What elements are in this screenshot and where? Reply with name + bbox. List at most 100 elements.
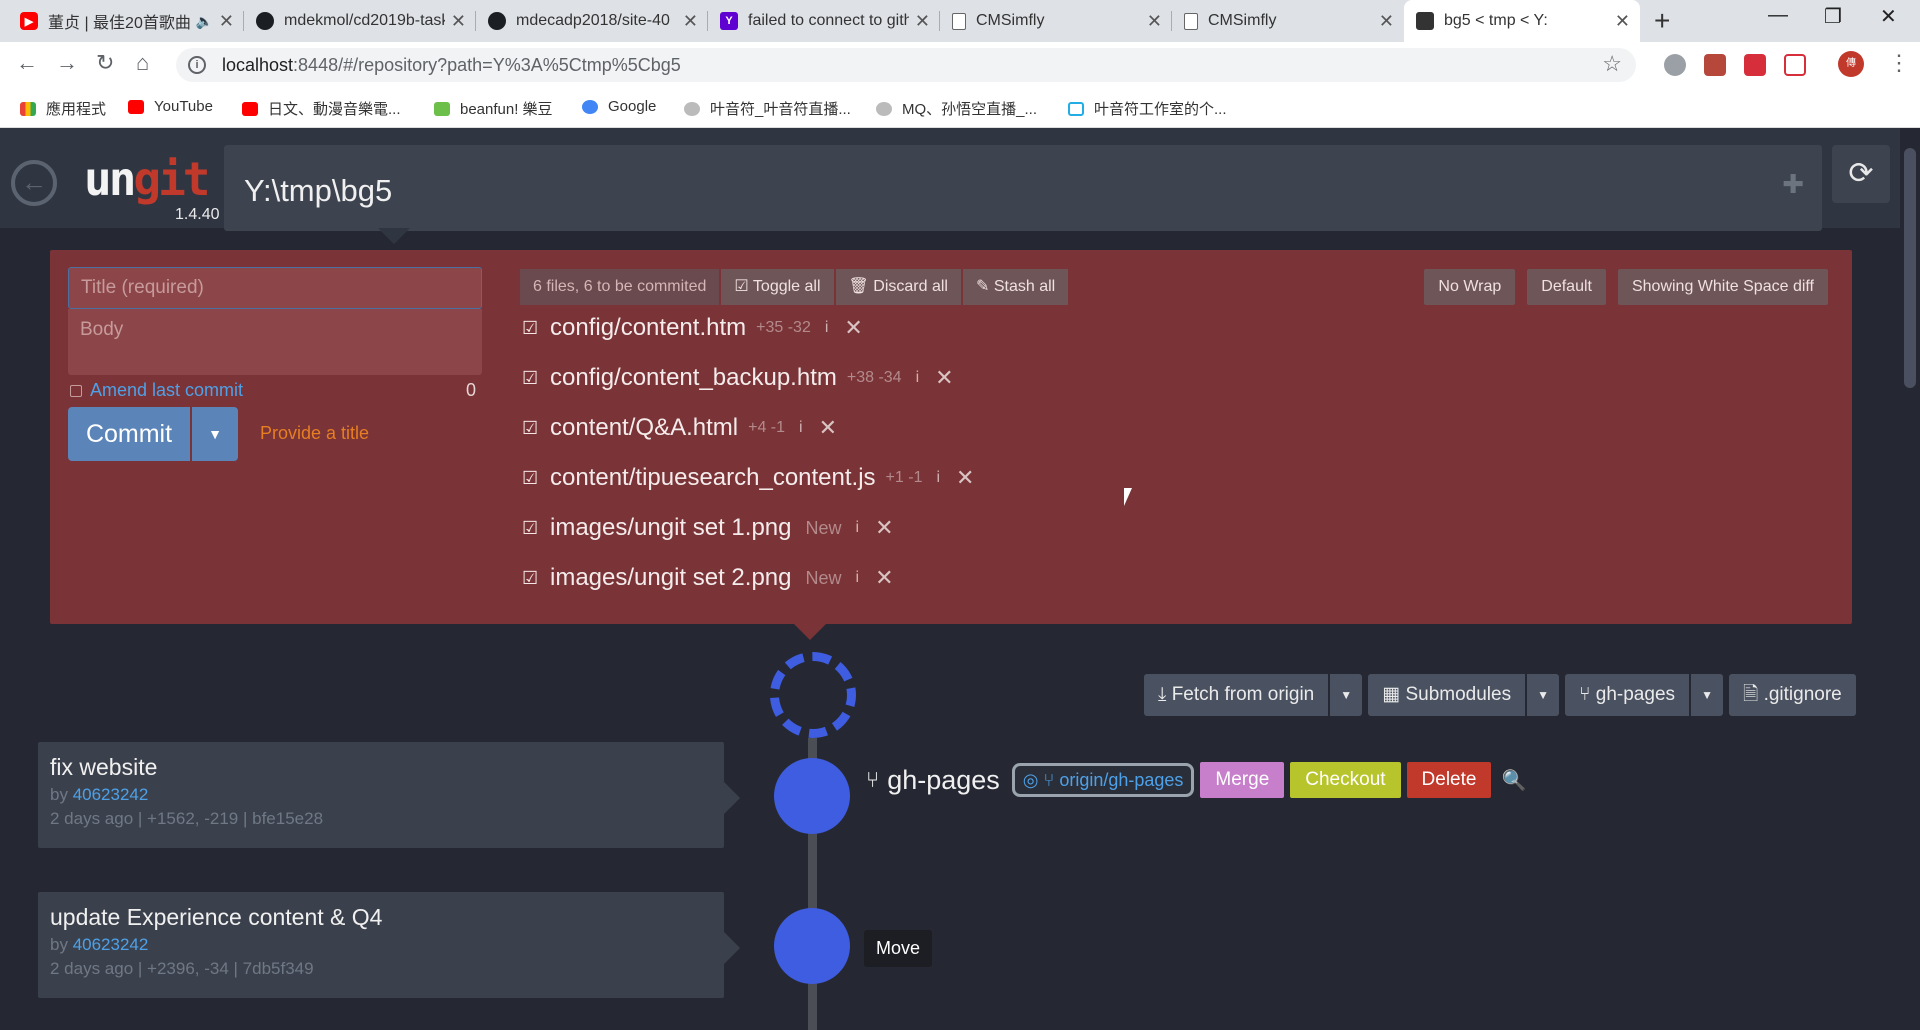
default-diff-button[interactable]: Default <box>1527 269 1606 305</box>
bookmark-star-icon[interactable]: ☆ <box>1602 51 1622 77</box>
pdf-extension-icon[interactable] <box>1704 54 1726 76</box>
checked-icon[interactable]: ☑ <box>522 368 540 389</box>
new-tab-button[interactable]: + <box>1654 5 1670 37</box>
amend-checkbox[interactable]: Amend last commit <box>70 380 243 401</box>
refresh-button[interactable]: ⟳ <box>1832 145 1890 203</box>
checkbox-icon[interactable] <box>70 384 82 397</box>
browser-tab[interactable]: CMSimfly ✕ <box>940 0 1172 42</box>
close-tab-icon[interactable]: ✕ <box>1615 11 1630 32</box>
bookmark-apps[interactable]: 應用程式 <box>20 98 106 119</box>
close-tab-icon[interactable]: ✕ <box>915 11 930 32</box>
bookmark-google[interactable]: Google <box>582 98 656 115</box>
home-icon[interactable]: ⌂ <box>136 50 149 76</box>
checked-icon[interactable]: ☑ <box>522 468 540 489</box>
video-extension-icon[interactable] <box>1744 54 1766 76</box>
file-row[interactable]: ☑ images/ungit set 2.png New i ✕ <box>522 558 894 598</box>
browser-tab[interactable]: mdekmol/cd2019b-task ✕ <box>244 0 476 42</box>
remote-branch-tag[interactable]: ◎ ⑂ origin/gh-pages <box>1011 763 1195 797</box>
branch-name[interactable]: gh-pages <box>887 765 1000 796</box>
delete-button[interactable]: Delete <box>1406 762 1492 798</box>
browser-tab[interactable]: mdecadp2018/site-40 ✕ <box>476 0 708 42</box>
merge-button[interactable]: Merge <box>1200 762 1285 798</box>
bookmark-bilibili-3[interactable]: 叶音符工作室的个... <box>1068 98 1227 119</box>
info-icon[interactable]: i <box>916 369 920 387</box>
file-row[interactable]: ☑ content/Q&A.html +4 -1 i ✕ <box>522 408 837 448</box>
close-tab-icon[interactable]: ✕ <box>1147 11 1162 32</box>
profile-avatar[interactable]: 傳 <box>1838 51 1864 77</box>
checked-icon[interactable]: ☑ <box>522 418 540 439</box>
bookmark-youtube-music[interactable]: 日文、動漫音樂電... <box>242 98 401 119</box>
close-tab-icon[interactable]: ✕ <box>451 11 466 32</box>
bookmark-bilibili-1[interactable]: 叶音符_叶音符直播... <box>684 98 851 119</box>
checked-icon[interactable]: ☑ <box>522 518 540 539</box>
file-row[interactable]: ☑ config/content_backup.htm +38 -34 i ✕ <box>522 358 954 398</box>
close-window-icon[interactable]: ✕ <box>1880 4 1897 29</box>
commit-button[interactable]: Commit <box>68 407 190 461</box>
file-name[interactable]: content/tipuesearch_content.js <box>550 464 876 492</box>
bookmark-youtube[interactable]: YouTube <box>128 98 213 115</box>
reload-icon[interactable]: ↻ <box>96 50 114 76</box>
branch-dropdown[interactable]: ▼ <box>1691 674 1724 716</box>
file-name[interactable]: images/ungit set 1.png <box>550 514 792 542</box>
checkout-button[interactable]: Checkout <box>1290 762 1401 798</box>
stash-all-button[interactable]: ✎ Stash all <box>962 269 1069 305</box>
page-scrollbar[interactable] <box>1900 128 1920 1030</box>
close-tab-icon[interactable]: ✕ <box>1379 11 1394 32</box>
toggle-all-button[interactable]: ☑ Toggle all <box>721 269 834 305</box>
pocket-extension-icon[interactable] <box>1784 54 1806 76</box>
commit-card[interactable]: update Experience content & Q4 by 406232… <box>38 892 740 998</box>
address-bar[interactable]: i localhost:8448/#/repository?path=Y%3A%… <box>176 48 1636 82</box>
fetch-button[interactable]: ⤓ Fetch from origin <box>1144 674 1329 716</box>
back-arrow-icon[interactable]: ← <box>16 50 38 76</box>
discard-all-button[interactable]: 🗑 Discard all <box>835 269 961 305</box>
checked-icon[interactable]: ☑ <box>522 568 540 589</box>
bookmark-beanfun[interactable]: beanfun! 樂豆 <box>434 98 553 119</box>
file-row[interactable]: ☑ config/content.htm +35 -32 i ✕ <box>522 308 863 348</box>
bookmark-bilibili-2[interactable]: MQ、孙悟空直播_... <box>876 98 1037 119</box>
commit-body-input[interactable] <box>68 309 482 375</box>
discard-icon[interactable]: ✕ <box>935 365 953 391</box>
discard-icon[interactable]: ✕ <box>956 465 974 491</box>
info-icon[interactable]: i <box>825 319 829 337</box>
info-icon[interactable]: i <box>856 519 860 537</box>
discard-icon[interactable]: ✕ <box>844 315 862 341</box>
site-info-icon[interactable]: i <box>188 56 206 74</box>
ungit-logo[interactable]: ungit <box>84 152 210 206</box>
discard-icon[interactable]: ✕ <box>819 415 837 441</box>
whitespace-diff-button[interactable]: Showing White Space diff <box>1617 269 1828 305</box>
submodules-button[interactable]: ▦ Submodules <box>1368 674 1526 716</box>
discard-icon[interactable]: ✕ <box>875 515 893 541</box>
author-link[interactable]: 40623242 <box>73 935 149 954</box>
checked-icon[interactable]: ☑ <box>522 318 540 339</box>
browser-menu-icon[interactable]: ⋮ <box>1888 50 1910 76</box>
extension-icon[interactable] <box>1664 54 1686 76</box>
restore-icon[interactable]: ❐ <box>1824 4 1842 29</box>
move-tooltip[interactable]: Move <box>864 930 933 967</box>
browser-tab[interactable]: CMSimfly ✕ <box>1172 0 1404 42</box>
file-name[interactable]: config/content_backup.htm <box>550 364 837 392</box>
file-name[interactable]: content/Q&A.html <box>550 414 738 442</box>
gitignore-button[interactable]: 🗎 .gitignore <box>1729 674 1856 716</box>
search-icon[interactable]: 🔍 <box>1501 768 1526 793</box>
branch-button[interactable]: ⑂ gh-pages <box>1565 674 1690 716</box>
scrollbar-thumb[interactable] <box>1904 148 1916 388</box>
repository-path-input[interactable]: Y:\tmp\bg5 ✚ <box>224 145 1822 231</box>
info-icon[interactable]: i <box>799 419 803 437</box>
author-link[interactable]: 40623242 <box>73 785 149 804</box>
commit-node[interactable] <box>774 758 850 834</box>
discard-icon[interactable]: ✕ <box>875 565 893 591</box>
file-row[interactable]: ☑ content/tipuesearch_content.js +1 -1 i… <box>522 458 974 498</box>
commit-card[interactable]: fix website by 40623242 2 days ago | +15… <box>38 742 740 848</box>
commit-title-input[interactable] <box>68 267 482 309</box>
minimize-icon[interactable]: — <box>1768 4 1788 27</box>
commit-options-dropdown[interactable]: ▼ <box>192 407 238 461</box>
back-button[interactable]: ← <box>11 160 57 206</box>
file-name[interactable]: images/ungit set 2.png <box>550 564 792 592</box>
info-icon[interactable]: i <box>936 469 940 487</box>
close-tab-icon[interactable]: ✕ <box>219 11 234 32</box>
close-tab-icon[interactable]: ✕ <box>683 11 698 32</box>
info-icon[interactable]: i <box>856 569 860 587</box>
browser-tab[interactable]: Y failed to connect to github ✕ <box>708 0 940 42</box>
file-name[interactable]: config/content.htm <box>550 314 746 342</box>
file-row[interactable]: ☑ images/ungit set 1.png New i ✕ <box>522 508 894 548</box>
